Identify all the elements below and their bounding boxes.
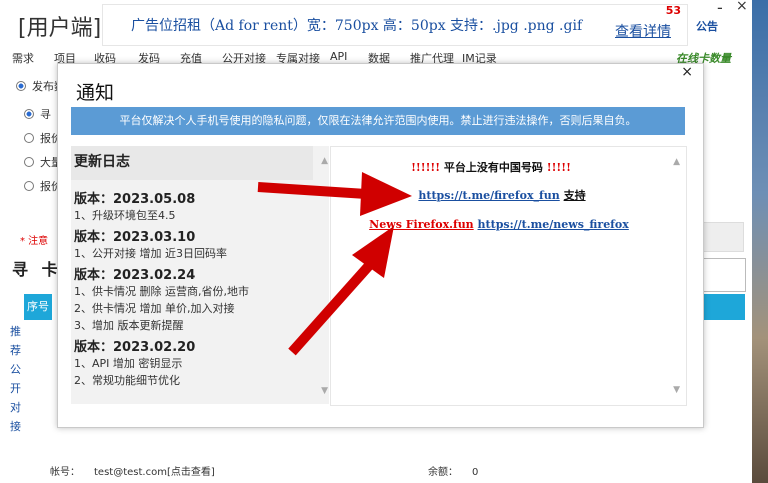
- changelog-list: 版本：2023.05.08 1、升级环境包至4.5 版本：2023.03.10 …: [74, 186, 310, 389]
- close-window-button[interactable]: ×: [736, 0, 748, 14]
- minimize-button[interactable]: -: [717, 0, 723, 17]
- changelog-version: 版本：2023.02.20: [74, 340, 196, 355]
- announcement-link[interactable]: 公告: [696, 18, 718, 34]
- changelog-item: 1、升级环境包至4.5: [74, 209, 176, 222]
- scroll-up-icon[interactable]: ▲: [673, 157, 680, 167]
- radio-checked-icon: [16, 81, 26, 91]
- changelog-item: 1、API 增加 密钥显示: [74, 357, 183, 370]
- find-card-heading: 寻 卡: [12, 260, 62, 279]
- changelog-panel[interactable]: 更新日志 ▲ ▼ 版本：2023.05.08 1、升级环境包至4.5 版本：20…: [71, 146, 329, 404]
- option-find[interactable]: 寻: [24, 106, 51, 122]
- changelog-version: 版本：2023.03.10: [74, 230, 196, 245]
- radio-icon: [24, 181, 34, 191]
- scroll-up-icon[interactable]: ▲: [321, 156, 328, 166]
- radio-checked-icon: [24, 109, 34, 119]
- seq-column-header: 序号: [24, 294, 52, 320]
- scroll-down-icon[interactable]: ▼: [673, 385, 680, 395]
- table-header-bar: [700, 294, 745, 320]
- balance-value: 0: [472, 467, 479, 478]
- footer-balance: 余额： 0: [428, 463, 478, 478]
- changelog-item: 1、供卡情况 删除 运营商,省份,地市: [74, 285, 249, 298]
- ad-details-link[interactable]: 查看详情: [615, 21, 671, 41]
- news-firefox-label[interactable]: News Firefox.fun: [369, 218, 474, 231]
- changelog-item: 2、供卡情况 增加 单价,加入对接: [74, 302, 235, 315]
- support-link-row: https://t.me/firefox_fun 支持: [331, 187, 673, 203]
- modal-title: 通知: [76, 82, 115, 104]
- modal-disclaimer-banner: 平台仅解决个人手机号使用的隐私问题，仅限在法律允许范围内使用。禁止进行违法操作，…: [71, 107, 685, 135]
- changelog-item: 1、公开对接 增加 近3日回码率: [74, 247, 227, 260]
- account-label: 帐号：: [50, 467, 80, 478]
- balance-label: 余额：: [428, 467, 458, 478]
- radio-icon: [24, 133, 34, 143]
- scroll-down-icon[interactable]: ▼: [321, 386, 328, 396]
- support-label[interactable]: 支持: [564, 189, 586, 202]
- right-panel-box: [700, 258, 746, 292]
- modal-close-icon[interactable]: ×: [681, 64, 693, 80]
- news-telegram-link[interactable]: https://t.me/news_firefox: [478, 218, 629, 231]
- nav-item-api[interactable]: API: [330, 50, 347, 63]
- desktop-wallpaper: [752, 0, 768, 483]
- nav-item-demand[interactable]: 需求: [12, 50, 34, 66]
- radio-icon: [24, 157, 34, 167]
- warning-text: * 注意: [20, 236, 49, 247]
- account-value[interactable]: test@test.com[点击查看]: [94, 467, 215, 478]
- changelog-version: 版本：2023.02.24: [74, 268, 196, 283]
- contact-panel: ▲ ▼ !!!!!! 平台上没有中国号码 !!!!! https://t.me/…: [330, 146, 687, 406]
- notice-modal: 通知 × 平台仅解决个人手机号使用的隐私问题，仅限在法律允许范围内使用。禁止进行…: [57, 63, 704, 428]
- ad-count-badge: 53: [665, 4, 681, 17]
- no-china-numbers-notice: !!!!!! 平台上没有中国号码 !!!!!: [411, 161, 571, 174]
- support-telegram-link[interactable]: https://t.me/firefox_fun: [418, 189, 559, 202]
- changelog-title: 更新日志: [74, 154, 130, 170]
- changelog-header: 更新日志: [71, 146, 313, 180]
- ad-text: 广告位招租（Ad for rent）宽：750px 高：50px 支持：.jpg…: [131, 18, 583, 34]
- changelog-item: 3、增加 版本更新提醒: [74, 319, 184, 332]
- changelog-item: 2、常规功能细节优化: [74, 374, 180, 387]
- right-panel-input[interactable]: [700, 222, 744, 252]
- recommend-public-dock-label[interactable]: 推 荐 公 开 对 接: [10, 322, 22, 436]
- footer-account: 帐号： test@test.com[点击查看]: [50, 463, 215, 478]
- changelog-version: 版本：2023.05.08: [74, 192, 196, 207]
- news-link-row: News Firefox.fun https://t.me/news_firef…: [331, 218, 667, 231]
- ad-banner[interactable]: 广告位招租（Ad for rent）宽：750px 高：50px 支持：.jpg…: [102, 4, 688, 46]
